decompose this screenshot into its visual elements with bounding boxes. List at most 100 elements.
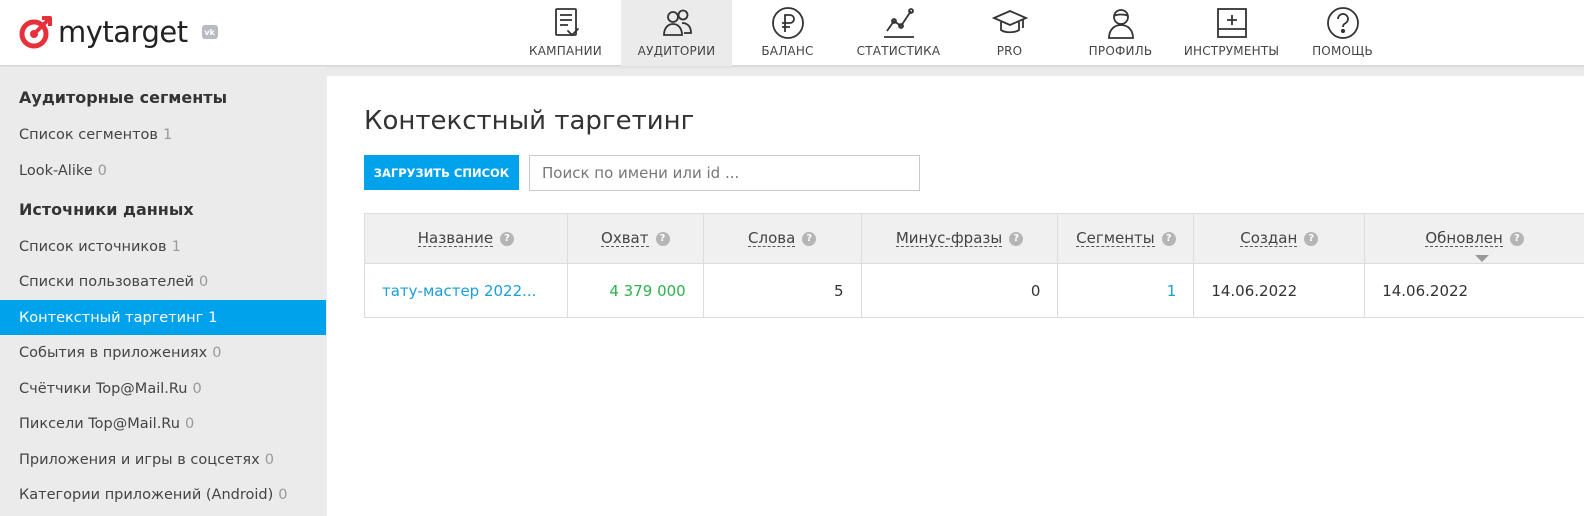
sidebar-item-context-targeting[interactable]: Контекстный таргетинг 1 — [0, 300, 326, 335]
sidebar-item-label: События в приложениях — [19, 344, 208, 361]
nav-label: БАЛАНС — [761, 44, 814, 58]
vk-badge: vk — [201, 25, 218, 39]
cell-reach: 4 379 000 — [567, 264, 704, 318]
column-header-updated[interactable]: Обновлен? — [1365, 214, 1584, 264]
cell-words: 5 — [703, 264, 862, 318]
column-header-name[interactable]: Название? — [365, 214, 568, 264]
main-panel: Контекстный таргетинг ЗАГРУЗИТЬ СПИСОК Н… — [327, 76, 1584, 516]
nav-profile[interactable]: ПРОФИЛЬ — [1065, 0, 1176, 66]
sidebar-item-count: 0 — [278, 486, 288, 503]
ruble-icon — [771, 7, 804, 39]
page-title: Контекстный таргетинг — [364, 106, 695, 136]
sidebar-item-label: Список источников — [19, 238, 167, 255]
logo-text: mytarget — [58, 14, 188, 49]
item-name-link[interactable]: тату-мастер 2022... — [382, 282, 536, 300]
sidebar-heading-audience-segments: Аудиторные сегменты — [19, 88, 228, 107]
sidebar-item-label: Списки пользователей — [19, 273, 194, 290]
help-icon[interactable]: ? — [655, 231, 670, 246]
sidebar-item-label: Look-Alike — [19, 162, 93, 179]
tools-icon — [1216, 8, 1247, 38]
nav-audiences[interactable]: АУДИТОРИИ — [621, 0, 732, 66]
nav-tools[interactable]: ИНСТРУМЕНТЫ — [1176, 0, 1287, 66]
sidebar-item-label: Категории приложений (Android) — [19, 486, 274, 503]
sidebar-item-label: Приложения и игры в соцсетях — [19, 451, 260, 468]
sidebar-item-source-list[interactable]: Список источников 1 — [0, 229, 326, 264]
sidebar-item-count: 1 — [171, 238, 181, 255]
column-label[interactable]: Слова — [748, 230, 796, 248]
sidebar-item-label: Пиксели Top@Mail.Ru — [19, 415, 180, 432]
nav-label: PRO — [996, 44, 1023, 58]
nav-label: КАМПАНИИ — [529, 44, 602, 58]
sidebar-item-count: 0 — [97, 162, 107, 179]
nav-label: ПОМОЩЬ — [1312, 44, 1373, 58]
column-header-reach[interactable]: Охват? — [567, 214, 704, 264]
cell-name: тату-мастер 2022... — [365, 264, 568, 318]
top-header: mytarget vk КАМПАНИИ АУДИТОРИИ БАЛАНС СТ… — [0, 0, 1584, 66]
graduation-cap-icon — [991, 10, 1028, 34]
nav-label: АУДИТОРИИ — [637, 44, 716, 58]
sidebar-item-count: 1 — [208, 309, 218, 326]
sidebar-item-count: 0 — [212, 344, 222, 361]
column-label[interactable]: Охват — [601, 230, 649, 248]
help-icon[interactable]: ? — [1304, 231, 1319, 246]
sidebar-item-segment-list[interactable]: Список сегментов 1 — [0, 117, 326, 152]
nav-balance[interactable]: БАЛАНС — [732, 0, 843, 66]
statistics-icon — [883, 8, 914, 38]
sidebar-item-look-alike[interactable]: Look-Alike 0 — [0, 153, 326, 188]
nav-statistics[interactable]: СТАТИСТИКА — [843, 0, 954, 66]
help-icon[interactable]: ? — [1009, 231, 1024, 246]
help-icon[interactable]: ? — [1161, 231, 1176, 246]
sidebar-item-app-events[interactable]: События в приложениях 0 — [0, 335, 326, 370]
column-label[interactable]: Название — [417, 230, 494, 248]
sidebar-heading-data-sources: Источники данных — [19, 200, 194, 219]
sidebar-item-count: 1 — [162, 126, 173, 143]
sidebar-item-top-mail-counters[interactable]: Счётчики Top@Mail.Ru 0 — [0, 371, 326, 406]
column-header-words[interactable]: Слова? — [703, 214, 862, 264]
column-label[interactable]: Сегменты — [1076, 230, 1155, 248]
nav-pro[interactable]: PRO — [954, 0, 1065, 66]
main-nav: КАМПАНИИ АУДИТОРИИ БАЛАНС СТАТИСТИКА PRO… — [510, 0, 1398, 66]
sidebar-item-social-apps-games[interactable]: Приложения и игры в соцсетях 0 — [0, 442, 326, 477]
mytarget-logo-icon — [19, 16, 52, 49]
help-icon[interactable]: ? — [1509, 231, 1524, 246]
sort-descending-icon — [1474, 255, 1489, 262]
sidebar-item-label: Контекстный таргетинг — [19, 309, 204, 326]
nav-label: ПРОФИЛЬ — [1088, 44, 1153, 58]
nav-help[interactable]: ПОМОЩЬ — [1287, 0, 1398, 66]
help-icon[interactable]: ? — [500, 231, 515, 246]
column-label[interactable]: Создан — [1240, 230, 1298, 248]
nav-campaigns[interactable]: КАМПАНИИ — [510, 0, 621, 66]
column-label[interactable]: Минус-фразы — [895, 230, 1003, 248]
sidebar-item-user-lists[interactable]: Списки пользователей 0 — [0, 264, 326, 299]
cell-segments: 1 — [1058, 264, 1195, 318]
nav-label: ИНСТРУМЕНТЫ — [1183, 44, 1280, 58]
help-icon[interactable]: ? — [802, 231, 817, 246]
campaigns-icon — [554, 8, 579, 37]
profile-icon — [1107, 9, 1134, 39]
column-header-created[interactable]: Создан? — [1194, 214, 1366, 264]
sidebar-item-label: Счётчики Top@Mail.Ru — [19, 380, 188, 397]
segments-link[interactable]: 1 — [1167, 282, 1177, 300]
sidebar-item-android-app-categories[interactable]: Категории приложений (Android) 0 — [0, 477, 326, 512]
sidebar-item-label: Список сегментов — [19, 126, 158, 143]
sidebar-item-top-mail-pixels[interactable]: Пиксели Top@Mail.Ru 0 — [0, 406, 326, 441]
context-targeting-table: Название? Охват? Слова? Минус-фразы? Сег… — [364, 213, 1584, 318]
column-header-minus-phrases[interactable]: Минус-фразы? — [861, 214, 1059, 264]
cell-minus-phrases: 0 — [861, 264, 1059, 318]
table-header-row: Название? Охват? Слова? Минус-фразы? Сег… — [365, 214, 1584, 264]
sidebar-item-count: 0 — [192, 380, 202, 397]
mytarget-logo[interactable]: mytarget vk — [18, 12, 218, 52]
column-header-segments[interactable]: Сегменты? — [1058, 214, 1195, 264]
nav-label: СТАТИСТИКА — [856, 44, 941, 58]
sidebar-item-count: 0 — [198, 273, 209, 290]
search-input[interactable] — [529, 155, 920, 191]
audiences-icon — [662, 9, 692, 36]
table-row: тату-мастер 2022... 4 379 000 5 0 1 14.0… — [365, 264, 1584, 318]
sidebar-item-count: 0 — [264, 451, 274, 468]
cell-updated: 14.06.2022 — [1365, 264, 1584, 318]
help-icon — [1326, 7, 1359, 39]
cell-created: 14.06.2022 — [1194, 264, 1366, 318]
upload-list-button[interactable]: ЗАГРУЗИТЬ СПИСОК — [364, 155, 519, 190]
column-label[interactable]: Обновлен — [1425, 230, 1503, 248]
sidebar-item-count: 0 — [184, 415, 195, 432]
